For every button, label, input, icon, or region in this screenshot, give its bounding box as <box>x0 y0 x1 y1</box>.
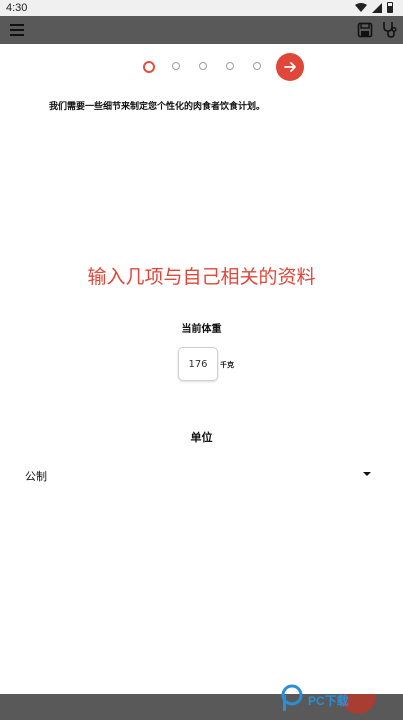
next-step-button[interactable] <box>276 53 304 81</box>
signal-icon <box>372 2 382 13</box>
watermark-text: PC下载 <box>308 694 349 708</box>
app-toolbar <box>0 16 403 44</box>
watermark-logo-icon <box>281 684 303 711</box>
page-headline: 输入几项与自己相关的资料 <box>87 266 316 288</box>
units-selected-value: 公制 <box>25 470 47 483</box>
units-dropdown[interactable]: 公制 <box>22 466 378 486</box>
save-icon[interactable] <box>357 22 373 38</box>
menu-icon[interactable] <box>10 24 24 36</box>
stethoscope-icon[interactable] <box>382 21 398 39</box>
status-bar: 4:30 <box>0 0 403 16</box>
dropdown-arrow-icon <box>363 472 371 476</box>
step-indicator <box>199 62 207 70</box>
units-label: 单位 <box>190 431 213 444</box>
weight-label: 当前体重 <box>181 324 222 335</box>
intro-text: 我们需要一些细节来制定您个性化的肉食者饮食计划。 <box>49 102 266 112</box>
battery-icon <box>387 2 393 13</box>
weight-unit-label: 千克 <box>220 361 234 369</box>
progress-stepper <box>0 53 403 81</box>
step-indicator <box>226 62 234 70</box>
arrow-right-icon <box>284 62 296 72</box>
wifi-icon <box>355 2 367 12</box>
step-indicator <box>172 62 180 70</box>
weight-input[interactable]: 176 <box>178 347 218 381</box>
step-indicator-current <box>143 61 155 73</box>
status-icons <box>355 2 393 13</box>
status-time: 4:30 <box>6 2 28 14</box>
step-indicator <box>253 62 261 70</box>
screen: 4:30 我们需要一些细节来制定您个性化的肉食者饮食计划。 输入几项与自己相关的… <box>0 0 403 720</box>
